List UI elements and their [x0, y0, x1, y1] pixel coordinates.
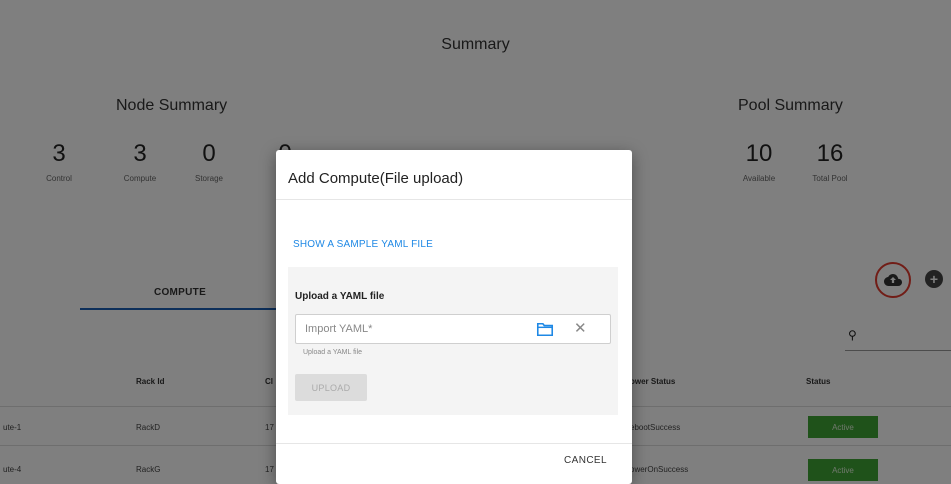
upload-heading: Upload a YAML file: [295, 291, 385, 302]
helper-text: Upload a YAML file: [303, 349, 363, 356]
upload-panel: Upload a YAML file ✕ Upload a YAML file …: [288, 267, 618, 415]
upload-button[interactable]: UPLOAD: [295, 374, 367, 401]
import-yaml-input[interactable]: [305, 315, 525, 343]
dialog-title: Add Compute(File upload): [288, 170, 464, 187]
clear-icon[interactable]: ✕: [574, 321, 587, 336]
folder-icon[interactable]: [536, 323, 554, 336]
file-field[interactable]: ✕: [295, 314, 611, 344]
add-compute-dialog: Add Compute(File upload) SHOW A SAMPLE Y…: [276, 150, 632, 484]
dialog-footer-divider: [276, 443, 632, 444]
dialog-header-divider: [276, 199, 632, 200]
cancel-button[interactable]: CANCEL: [564, 455, 607, 466]
show-sample-yaml-link[interactable]: SHOW A SAMPLE YAML FILE: [293, 239, 433, 250]
